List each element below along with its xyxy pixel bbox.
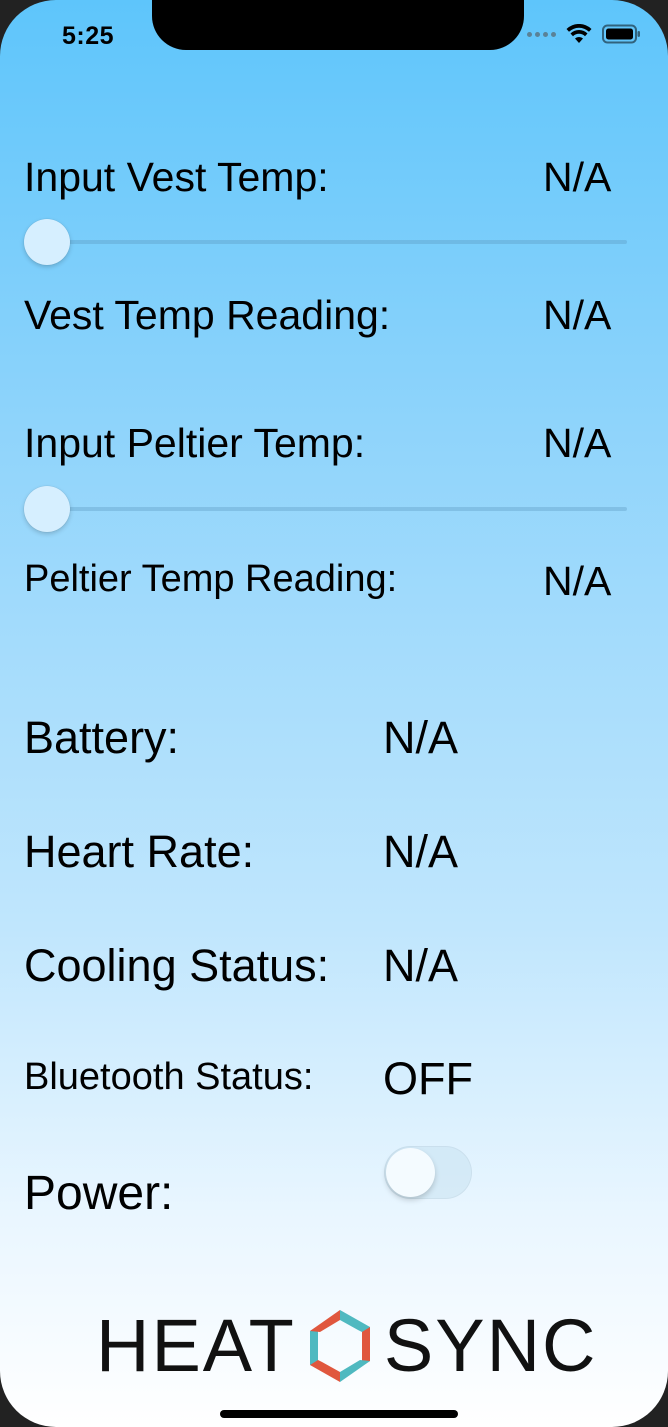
app-screen: 5:25 Input Vest Temp: N/A Vest Temp Read… [0,0,668,1427]
input-peltier-temp-label: Input Peltier Temp: [24,420,366,466]
vest-temp-reading-value: N/A [543,292,612,338]
heart-rate-value: N/A [383,826,459,877]
heatsync-logo: HEAT SYNC [96,1306,597,1386]
cooling-status-value: N/A [383,940,459,991]
bluetooth-status-value: OFF [383,1053,473,1104]
input-vest-temp-label: Input Vest Temp: [24,154,329,200]
input-vest-temp-value: N/A [543,154,612,200]
status-bar-time: 5:25 [62,22,115,50]
peltier-temp-slider[interactable] [24,485,627,533]
vest-temp-reading-label: Vest Temp Reading: [24,292,391,338]
power-toggle-knob[interactable] [386,1148,435,1197]
device-notch [152,0,524,50]
power-label: Power: [24,1167,174,1220]
vest-temp-slider-thumb[interactable] [24,219,70,265]
cooling-status-label: Cooling Status: [24,940,330,991]
hexagon-logo-icon [309,1310,370,1382]
logo-text-sync: SYNC [383,1304,598,1387]
battery-icon [602,24,640,44]
vest-temp-slider-track[interactable] [46,240,627,244]
power-toggle[interactable] [384,1146,472,1199]
heart-rate-label: Heart Rate: [24,826,255,877]
status-bar-icons [527,24,642,44]
battery-label: Battery: [24,712,180,763]
vest-temp-slider[interactable] [24,218,627,266]
battery-value: N/A [383,712,459,763]
peltier-temp-slider-track[interactable] [46,507,627,511]
home-indicator[interactable] [220,1410,458,1418]
peltier-temp-reading-label: Peltier Temp Reading: [24,558,398,600]
logo-text-heat: HEAT [96,1304,296,1387]
peltier-temp-slider-thumb[interactable] [24,486,70,532]
bluetooth-status-label: Bluetooth Status: [24,1056,314,1098]
input-peltier-temp-value: N/A [543,420,612,466]
cellular-signal-icon [527,31,556,37]
wifi-icon [566,24,592,43]
peltier-temp-reading-value: N/A [543,558,612,604]
